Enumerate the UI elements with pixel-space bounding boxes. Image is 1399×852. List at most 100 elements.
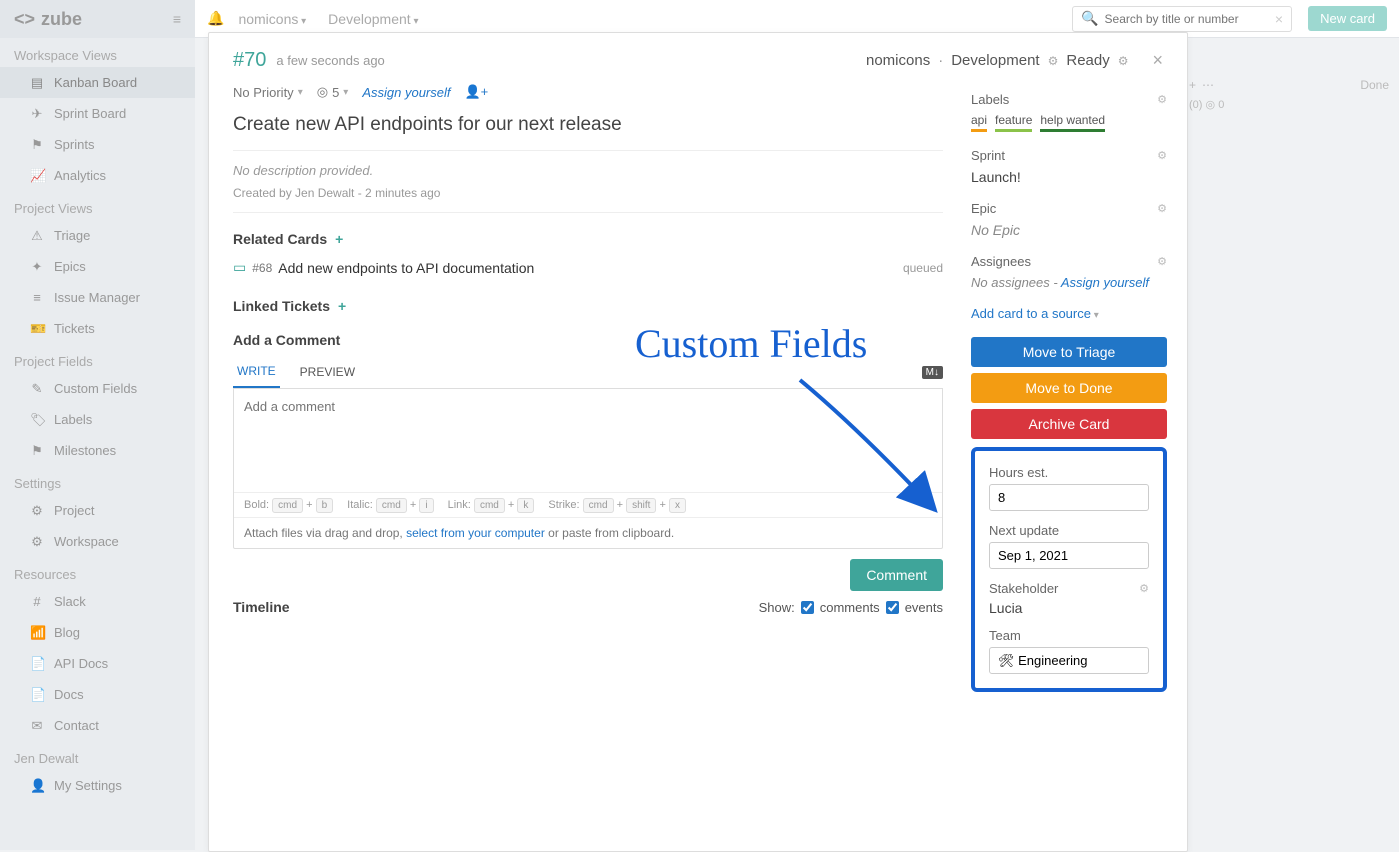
close-icon[interactable]: × [1152, 50, 1163, 71]
cf-next-update-label: Next update [989, 523, 1149, 538]
sidebar-item-blog[interactable]: 📶Blog [0, 617, 195, 648]
board-column-done: + ⋯ Done (0) ◎ 0 [1189, 78, 1389, 111]
workspace-name[interactable]: Development [951, 52, 1039, 69]
linked-tickets-heading: Linked Tickets + [233, 298, 943, 314]
sidebar-section-heading: Workspace Views [0, 38, 195, 67]
plus-icon[interactable]: + [1189, 78, 1196, 92]
sidebar-item-slack[interactable]: #Slack [0, 586, 195, 617]
sidebar-item-label: Tickets [54, 321, 95, 336]
clear-icon[interactable]: × [1275, 11, 1283, 27]
assign-yourself-link[interactable]: Assign yourself [1061, 275, 1149, 290]
comment-button[interactable]: Comment [850, 559, 943, 591]
gear-icon[interactable]: ⚙ [1048, 54, 1059, 68]
comment-textarea[interactable] [234, 389, 942, 489]
card-description[interactable]: No description provided. [233, 163, 943, 178]
breadcrumb-project[interactable]: nomicons [230, 7, 314, 31]
sidebar-item-custom-fields[interactable]: ✎Custom Fields [0, 373, 195, 404]
tab-preview[interactable]: PREVIEW [296, 357, 359, 387]
gear-icon[interactable]: ⚙ [1118, 54, 1129, 68]
new-card-button[interactable]: New card [1308, 6, 1387, 31]
add-user-icon[interactable]: 👤+ [464, 84, 488, 100]
cf-hours-input[interactable] [989, 484, 1149, 511]
sidebar-item-docs[interactable]: 📄Docs [0, 679, 195, 710]
label-api[interactable]: api [971, 113, 987, 132]
attach-files-row[interactable]: Attach files via drag and drop, select f… [234, 517, 942, 548]
add-related-card-icon[interactable]: + [335, 231, 343, 247]
more-icon[interactable]: ⋯ [1202, 78, 1214, 92]
cf-team-input[interactable] [989, 647, 1149, 674]
bell-icon[interactable]: 🔔 [207, 10, 224, 27]
epic-value: No Epic [971, 222, 1167, 238]
card-title[interactable]: Create new API endpoints for our next re… [233, 114, 943, 136]
custom-fields-box: Hours est. Next update Stakeholder⚙ Luci… [971, 447, 1167, 692]
gear-icon[interactable]: ⚙ [1157, 255, 1167, 268]
sidebar-item-label: Workspace [54, 534, 119, 549]
gear-icon[interactable]: ⚙ [1139, 582, 1149, 595]
select-file-link[interactable]: select from your computer [406, 526, 545, 540]
card-modal: #70 a few seconds ago nomicons · Develop… [208, 32, 1188, 852]
sidebar-item-analytics[interactable]: 📈Analytics [0, 160, 195, 191]
priority-dropdown[interactable]: No Priority [233, 85, 303, 100]
cf-next-update-input[interactable] [989, 542, 1149, 569]
logo[interactable]: <>zube [14, 9, 82, 30]
label-feature[interactable]: feature [995, 113, 1032, 132]
sidebar-item-epics[interactable]: ✦Epics [0, 251, 195, 282]
project-name[interactable]: nomicons [866, 52, 930, 69]
related-card-item[interactable]: ▭ #68 Add new endpoints to API documenta… [233, 255, 943, 280]
modal-header: #70 a few seconds ago nomicons · Develop… [209, 33, 1187, 80]
show-comments-checkbox[interactable] [801, 601, 814, 614]
label-help-wanted[interactable]: help wanted [1040, 113, 1105, 132]
sidebar-item-my-settings[interactable]: 👤My Settings [0, 770, 195, 801]
sidebar-section-heading: Settings [0, 466, 195, 495]
sidebar-item-sprints[interactable]: ⚑Sprints [0, 129, 195, 160]
breadcrumb-workspace[interactable]: Development [320, 7, 426, 31]
sprint-heading: Sprint [971, 148, 1005, 163]
sidebar-item-workspace[interactable]: ⚙Workspace [0, 526, 195, 557]
sidebar-item-milestones[interactable]: ⚑Milestones [0, 435, 195, 466]
sidebar-item-icon: ⚑ [30, 443, 44, 459]
markdown-icon[interactable]: M↓ [922, 366, 943, 379]
sidebar-item-label: Issue Manager [54, 290, 140, 305]
points-dropdown[interactable]: ◎ 5 [317, 84, 349, 100]
move-to-done-button[interactable]: Move to Done [971, 373, 1167, 403]
sidebar-item-contact[interactable]: ✉Contact [0, 710, 195, 741]
sidebar-item-kanban-board[interactable]: ▤Kanban Board [0, 67, 195, 98]
sidebar-item-tickets[interactable]: 🎫Tickets [0, 313, 195, 344]
sidebar-item-label: Sprint Board [54, 106, 126, 121]
gear-icon[interactable]: ⚙ [1157, 202, 1167, 215]
sidebar-item-icon: ✉ [30, 718, 44, 734]
epic-heading: Epic [971, 201, 996, 216]
sidebar-item-icon: 📄 [30, 687, 44, 703]
sidebar-item-project[interactable]: ⚙Project [0, 495, 195, 526]
sidebar-logo-bar: <>zube ≡ [0, 0, 195, 38]
sidebar-item-icon: ✦ [30, 259, 44, 275]
add-linked-ticket-icon[interactable]: + [338, 298, 346, 314]
assign-yourself-link[interactable]: Assign yourself [362, 85, 450, 100]
sidebar-item-label: Custom Fields [54, 381, 137, 396]
gear-icon[interactable]: ⚙ [1157, 93, 1167, 106]
target-icon: ◎ [317, 84, 328, 100]
add-comment-heading: Add a Comment [233, 332, 943, 348]
sidebar-item-label: Analytics [54, 168, 106, 183]
column-points: 0 [1218, 99, 1224, 111]
assignees-value: No assignees - [971, 275, 1061, 290]
sidebar-item-triage[interactable]: ⚠Triage [0, 220, 195, 251]
add-to-source-dropdown[interactable]: Add card to a source [971, 306, 1167, 321]
move-to-triage-button[interactable]: Move to Triage [971, 337, 1167, 367]
sidebar-item-issue-manager[interactable]: ≡Issue Manager [0, 282, 195, 313]
search-icon: 🔍 [1081, 10, 1098, 27]
card-number: #70 [233, 49, 266, 72]
sidebar-toggle-icon[interactable]: ≡ [173, 11, 181, 27]
card-status[interactable]: Ready [1066, 52, 1109, 69]
sidebar-item-api-docs[interactable]: 📄API Docs [0, 648, 195, 679]
sidebar-item-label: API Docs [54, 656, 108, 671]
tab-write[interactable]: WRITE [233, 356, 280, 388]
archive-card-button[interactable]: Archive Card [971, 409, 1167, 439]
search-input[interactable] [1105, 12, 1269, 26]
show-events-checkbox[interactable] [886, 601, 899, 614]
related-card-status: queued [903, 261, 943, 275]
sidebar-item-sprint-board[interactable]: ✈Sprint Board [0, 98, 195, 129]
search-box[interactable]: 🔍 × [1072, 6, 1292, 32]
sidebar-item-labels[interactable]: 🏷Labels [0, 404, 195, 435]
gear-icon[interactable]: ⚙ [1157, 149, 1167, 162]
